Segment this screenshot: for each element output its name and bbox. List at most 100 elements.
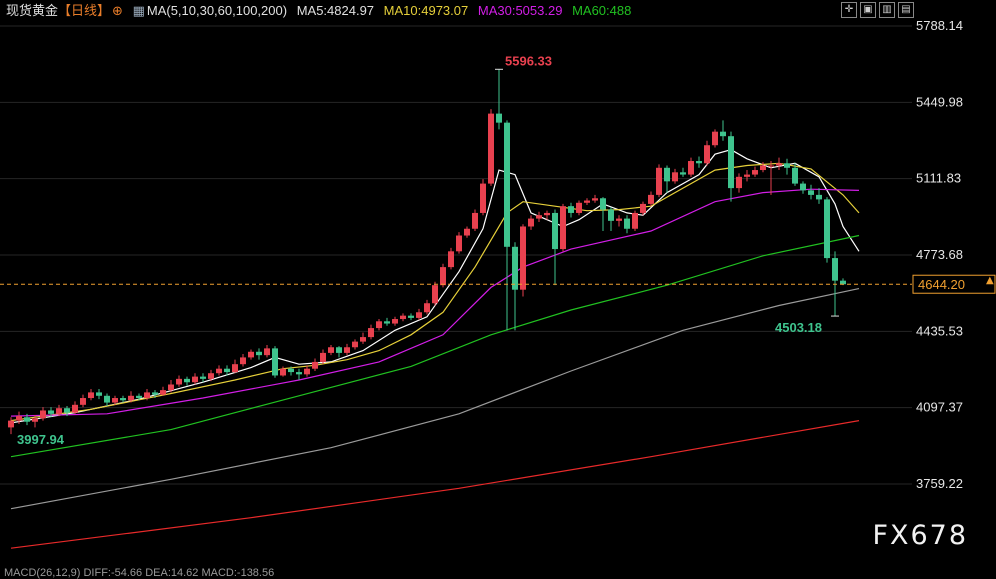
ma30-value: MA30:5053.29 xyxy=(477,3,563,18)
y-tick-label: 5111.83 xyxy=(916,171,961,186)
candle-body xyxy=(80,398,86,405)
candle-body xyxy=(712,131,718,146)
candle-body xyxy=(832,258,838,281)
candle-body xyxy=(160,390,166,395)
candle-body xyxy=(376,321,382,329)
y-tick-label: 4435.53 xyxy=(916,323,963,338)
candle-body xyxy=(152,392,158,395)
candle-body xyxy=(120,398,126,401)
crosshair-icon[interactable]: ✛ xyxy=(841,2,857,18)
candle-body xyxy=(616,218,622,221)
candle-body xyxy=(288,368,294,373)
settings-icon[interactable]: ▤ xyxy=(898,2,914,18)
y-tick-label: 3759.22 xyxy=(916,476,963,491)
candle-body xyxy=(528,218,534,227)
candle-body xyxy=(72,404,78,413)
candle-body xyxy=(352,341,358,348)
candle-body xyxy=(320,352,326,362)
candle-body xyxy=(656,167,662,195)
candle-body xyxy=(592,198,598,201)
candle-body xyxy=(448,251,454,268)
candle-body xyxy=(248,351,254,358)
candle-body xyxy=(704,145,710,164)
candle-body xyxy=(440,267,446,286)
candlestick-chart[interactable]: 4644.205788.145449.985111.834773.684435.… xyxy=(0,0,996,571)
fit-icon[interactable]: ▣ xyxy=(860,2,876,18)
high-annotation: 5596.33 xyxy=(505,53,552,68)
candle-body xyxy=(208,373,214,379)
candle-body xyxy=(792,167,798,184)
y-tick-label: 4773.68 xyxy=(916,247,963,262)
chart-toolbar: ✛ ▣ ▥ ▤ xyxy=(841,2,914,18)
candle-body xyxy=(48,410,54,414)
instrument-name: 现货黄金 xyxy=(6,3,59,18)
candle-body xyxy=(168,384,174,391)
candle-body xyxy=(648,194,654,204)
indicator-icon[interactable]: ▦ xyxy=(133,3,145,18)
candle-body xyxy=(40,410,46,419)
candle-body xyxy=(400,315,406,320)
candle-body xyxy=(640,203,646,213)
ma60-value: MA60:488 xyxy=(572,3,632,18)
chart-toggle-icon[interactable]: ▥ xyxy=(879,2,895,18)
candle-body xyxy=(608,209,614,221)
candle-body xyxy=(328,347,334,353)
candle-body xyxy=(16,416,22,421)
period-selector[interactable]: 【日线】 xyxy=(58,3,110,18)
candle-body xyxy=(184,378,190,383)
candle-body xyxy=(296,372,302,375)
candle-body xyxy=(136,395,142,399)
candle-body xyxy=(416,312,422,318)
candle-body xyxy=(520,226,526,290)
candle-body xyxy=(664,167,670,182)
candle-body xyxy=(600,198,606,210)
candle-body xyxy=(24,417,30,422)
candle-body xyxy=(560,206,566,250)
macd-footer: MACD(26,12,9) DIFF:-54.66 DEA:14.62 MACD… xyxy=(4,567,275,579)
candle-body xyxy=(752,170,758,175)
current-price-label: 4644.20 xyxy=(918,277,965,292)
candle-body xyxy=(536,215,542,219)
candle-body xyxy=(672,172,678,182)
candle-body xyxy=(64,408,70,413)
candle-body xyxy=(104,395,110,403)
candle-body xyxy=(344,347,350,353)
candle-body xyxy=(368,328,374,338)
candle-body xyxy=(544,212,550,216)
candle-body xyxy=(312,361,318,369)
price-arrow-icon: ▲ xyxy=(986,275,994,286)
ma5-value: MA5:4824.97 xyxy=(296,3,375,18)
candle-body xyxy=(720,131,726,137)
candle-body xyxy=(680,172,686,175)
candle-body xyxy=(392,319,398,324)
candle-body xyxy=(456,235,462,252)
y-tick-label: 5449.98 xyxy=(916,94,963,109)
candle-body xyxy=(472,212,478,229)
ma10-value: MA10:4973.07 xyxy=(383,3,469,18)
candle-body xyxy=(496,113,502,123)
candle-body xyxy=(432,285,438,304)
candle-body xyxy=(736,176,742,189)
candle-body xyxy=(464,228,470,236)
watermark: FX678 xyxy=(872,520,968,551)
candle-body xyxy=(256,351,262,356)
ma60-line xyxy=(10,234,860,458)
candle-body xyxy=(688,161,694,175)
candle-body xyxy=(112,398,118,403)
ma100-line xyxy=(10,288,860,510)
candle-body xyxy=(784,163,790,168)
candle-body xyxy=(8,420,14,428)
circle-plus-icon[interactable]: ⊕ xyxy=(112,3,123,18)
candle-body xyxy=(776,163,782,166)
candle-body xyxy=(624,218,630,229)
candle-body xyxy=(336,347,342,353)
candle-body xyxy=(424,303,430,313)
candle-body xyxy=(224,368,230,373)
candle-body xyxy=(96,392,102,396)
candle-body xyxy=(568,206,574,213)
candle-body xyxy=(360,337,366,342)
candle-body xyxy=(744,174,750,177)
candle-body xyxy=(176,378,182,385)
candle-body xyxy=(584,200,590,203)
candle-body xyxy=(32,418,38,422)
